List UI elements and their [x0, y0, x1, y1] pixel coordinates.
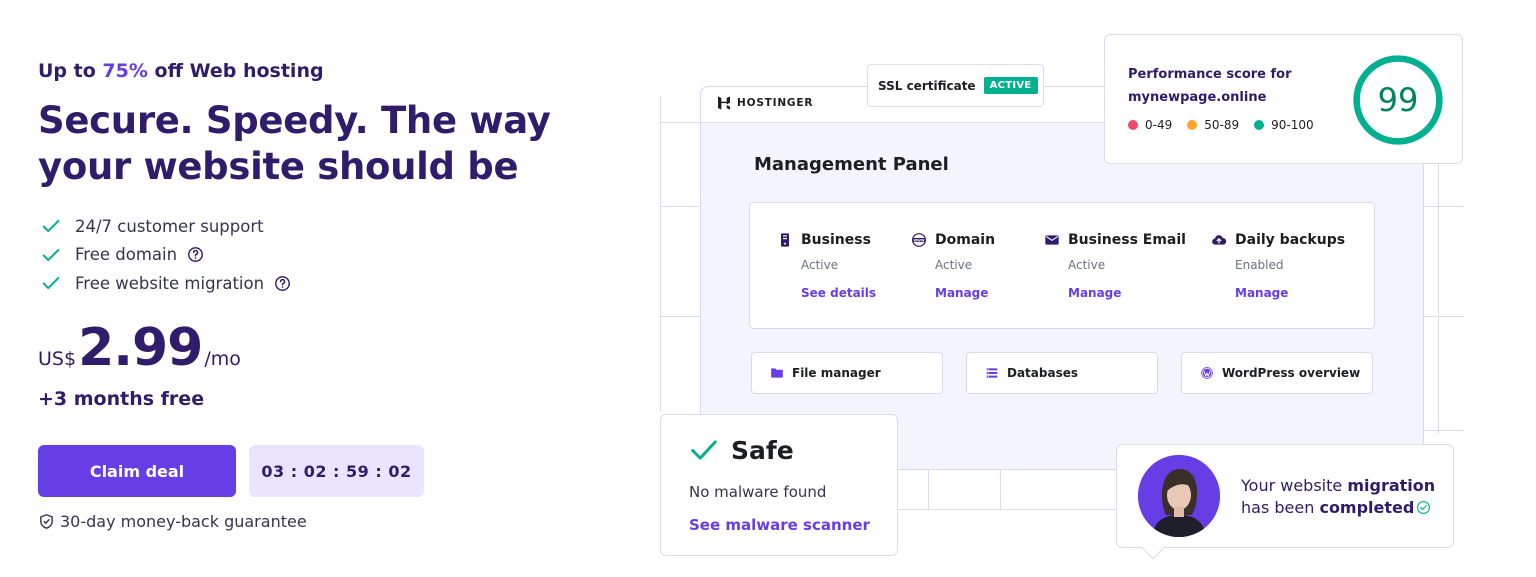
shield-check-icon: [40, 514, 53, 529]
service-status: Active: [935, 258, 973, 272]
eyebrow-discount: 75%: [102, 60, 148, 82]
service-status: Active: [1068, 258, 1106, 272]
performance-title: Performance score for mynewpage.online: [1128, 63, 1338, 109]
service-status: Active: [801, 258, 839, 272]
grid-line: [1424, 316, 1464, 317]
avatar: [1138, 455, 1220, 537]
feature-label: Free domain: [75, 245, 178, 265]
safe-title: Safe: [689, 435, 794, 465]
service-name: Business Email: [1044, 230, 1186, 250]
guarantee-label: 30-day money-back guarantee: [60, 512, 307, 531]
feature-label: Free website migration: [75, 273, 265, 293]
price-amount: 2.99: [78, 318, 203, 378]
ssl-label: SSL certificate: [878, 78, 976, 93]
legend-item-low: 0-49: [1128, 118, 1172, 132]
check-icon: [691, 440, 717, 460]
grid-line: [660, 206, 700, 207]
performance-score: 99: [1377, 81, 1419, 119]
speech-bubble-tail: [1141, 536, 1165, 560]
service-link[interactable]: Manage: [911, 286, 995, 300]
grid-line: [928, 470, 929, 510]
score-legend: 0-49 50-89 90-100: [1128, 118, 1329, 132]
legend-item-mid: 50-89: [1187, 118, 1239, 132]
service-link[interactable]: See details: [777, 286, 876, 300]
folder-icon: [771, 368, 783, 378]
tool-label: WordPress overview: [1222, 366, 1361, 380]
server-icon: [781, 233, 789, 247]
service-status: Enabled: [1235, 258, 1284, 272]
hostinger-logo-icon: [718, 96, 730, 110]
grid-line: [1000, 470, 1001, 510]
feature-label: 24/7 customer support: [75, 216, 264, 236]
check-circle-icon: [1417, 501, 1431, 514]
grid-line: [660, 122, 700, 123]
performance-domain: mynewpage.online: [1128, 90, 1267, 105]
money-back-guarantee: 30-day money-back guarantee: [38, 512, 307, 531]
service-name: Daily backups: [1211, 230, 1345, 250]
price-period: /mo: [204, 348, 241, 370]
tool-label: Databases: [1007, 366, 1079, 380]
tool-databases[interactable]: Databases: [966, 352, 1158, 394]
grid-line: [660, 96, 661, 412]
grid-line: [1424, 206, 1464, 207]
service-business: Business Active See details: [777, 230, 876, 300]
legend-item-high: 90-100: [1254, 118, 1314, 132]
price-currency: US$: [38, 348, 77, 370]
legend-dot: [1254, 120, 1265, 130]
tool-file-manager[interactable]: File manager: [751, 352, 943, 394]
service-link[interactable]: Manage: [1044, 286, 1186, 300]
price: US$ 2.99 /mo: [38, 318, 241, 378]
envelope-icon: [1045, 235, 1059, 245]
feature-item: Free website migration: [40, 269, 291, 298]
user-portrait-icon: [1138, 455, 1220, 537]
bonus-text: +3 months free: [38, 388, 205, 410]
service-link[interactable]: Manage: [1211, 286, 1345, 300]
tool-wordpress-overview[interactable]: WordPress overview: [1181, 352, 1373, 394]
performance-card: Performance score for mynewpage.online 0…: [1104, 34, 1463, 164]
feature-item: Free domain: [40, 241, 291, 270]
list-icon: [986, 368, 998, 378]
ssl-certificate-card: SSL certificate ACTIVE: [867, 64, 1044, 107]
service-daily-backups: Daily backups Enabled Manage: [1211, 230, 1345, 300]
grid-line: [1438, 164, 1439, 434]
cloud-upload-icon: [1212, 235, 1227, 245]
service-name: WWW Domain: [911, 230, 995, 250]
claim-deal-button[interactable]: Claim deal: [38, 445, 236, 497]
legend-dot: [1128, 120, 1138, 130]
help-icon[interactable]: [187, 246, 204, 263]
svg-text:WWW: WWW: [913, 238, 924, 242]
malware-status-card: Safe No malware found See malware scanne…: [660, 414, 898, 556]
brand-name: HOSTINGER: [737, 97, 814, 109]
brand-logo: HOSTINGER: [716, 95, 813, 111]
service-name: Business: [777, 230, 876, 250]
eyebrow-suffix: off Web hosting: [154, 60, 324, 82]
page-headline: Secure. Speedy. The way your website sho…: [38, 99, 551, 188]
check-icon: [42, 277, 60, 290]
grid-line: [1424, 430, 1464, 431]
feature-list: 24/7 customer support Free domain Free w…: [40, 212, 291, 298]
service-domain: WWW Domain Active Manage: [911, 230, 995, 300]
countdown-timer: 03 : 02 : 59 : 02: [249, 445, 424, 497]
check-icon: [42, 220, 60, 233]
malware-scanner-link[interactable]: See malware scanner: [689, 516, 870, 534]
grid-line: [660, 316, 700, 317]
tool-label: File manager: [792, 366, 881, 380]
help-icon[interactable]: [274, 275, 291, 292]
panel-title: Management Panel: [754, 154, 949, 175]
wordpress-icon: [1201, 367, 1213, 379]
service-business-email: Business Email Active Manage: [1044, 230, 1186, 300]
check-icon: [42, 248, 60, 261]
eyebrow-prefix: Up to: [38, 60, 96, 82]
promo-eyebrow: Up to 75% off Web hosting: [38, 60, 324, 82]
malware-description: No malware found: [689, 483, 827, 501]
ssl-status-badge: ACTIVE: [983, 77, 1038, 94]
grid-line: [898, 509, 1116, 510]
feature-item: 24/7 customer support: [40, 212, 291, 241]
migration-message: Your website migration has been complete…: [1241, 476, 1436, 517]
www-icon: WWW: [912, 233, 926, 247]
legend-dot: [1187, 120, 1198, 130]
